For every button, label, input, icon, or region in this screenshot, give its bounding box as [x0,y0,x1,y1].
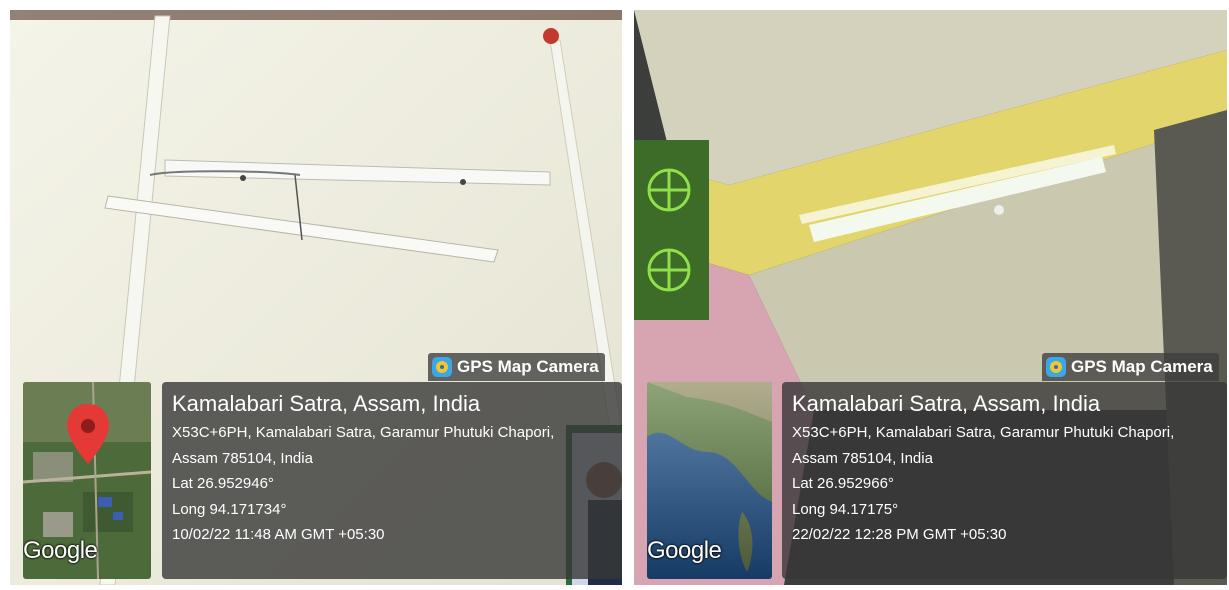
photo-right: GPS Map Camera Google Kamalabari Satra, … [634,10,1227,585]
map-thumbnail: Google [647,382,772,579]
badge-label: GPS Map Camera [1071,357,1213,376]
gps-camera-badge: GPS Map Camera [1042,353,1219,381]
map-thumbnail: Google [23,382,151,579]
place-title: Kamalabari Satra, Assam, India [792,391,1101,416]
gps-map-camera-icon [432,357,452,377]
address-line-2: Assam 785104, India [172,449,313,467]
location-info-card: Kamalabari Satra, Assam, India X53C+6PH,… [162,382,622,579]
longitude: Long 94.17175° [792,500,899,518]
photo-left: GPS Map Camera Google Kamalabari Satra, … [10,10,622,585]
latitude: Lat 26.952946° [172,475,274,492]
gps-map-camera-icon [1046,357,1066,377]
address-line-2: Assam 785104, India [792,449,933,467]
timestamp: 10/02/22 11:48 AM GMT +05:30 [172,526,385,543]
badge-label: GPS Map Camera [457,357,599,376]
address-line-1: X53C+6PH, Kamalabari Satra, Garamur Phut… [172,424,555,441]
place-title: Kamalabari Satra, Assam, India [172,391,481,416]
latitude: Lat 26.952966° [792,475,894,492]
longitude: Long 94.171734° [172,500,287,518]
location-info-card: Kamalabari Satra, Assam, India X53C+6PH,… [782,382,1227,579]
google-logo: Google [23,537,98,564]
gps-camera-badge: GPS Map Camera [428,353,605,381]
google-logo: Google [647,537,722,564]
address-line-1: X53C+6PH, Kamalabari Satra, Garamur Phut… [792,424,1175,441]
timestamp: 22/02/22 12:28 PM GMT +05:30 [792,526,1007,543]
